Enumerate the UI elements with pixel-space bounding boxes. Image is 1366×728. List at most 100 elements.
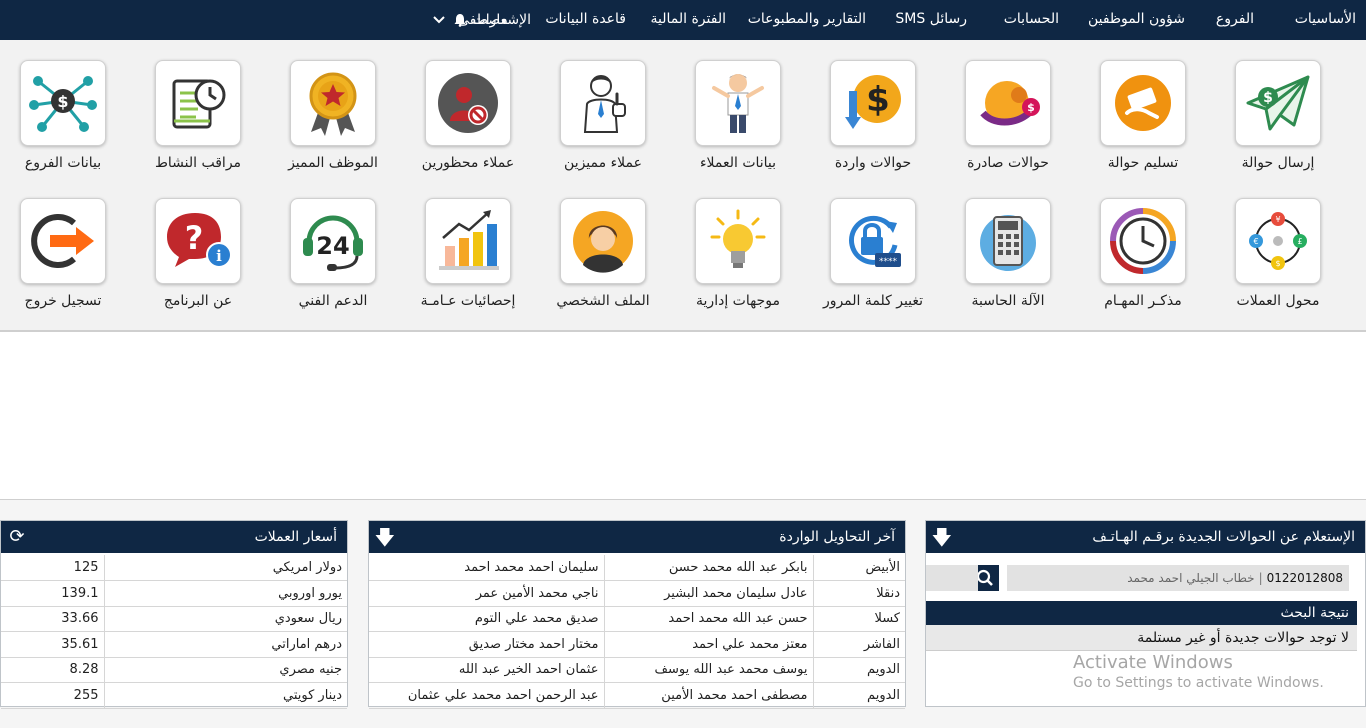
tile-label: حوالات واردة	[834, 155, 912, 171]
receiver-cell: عبد الرحمن احمد محمد علي عثمان	[369, 682, 604, 709]
rate-value-cell: 255	[1, 682, 104, 709]
sender-cell: عادل سليمان محمد البشير	[603, 580, 813, 607]
tile-best-employee[interactable]: الموظف المميز	[268, 40, 398, 175]
nav-branches[interactable]: الفروع	[1216, 0, 1254, 40]
tile-label: مراقب النشاط	[154, 155, 242, 171]
sender-cell: مصطفى احمد محمد الأمين	[603, 682, 813, 709]
main-panel: $ إرسال حوالة تسليم حوالة $ حوالات صادرة	[0, 40, 1366, 332]
table-row[interactable]: جنيه مصري 8.28	[1, 657, 347, 683]
table-row[interactable]: الفاشر معتز محمد علي احمد مختار احمد مخت…	[369, 631, 905, 658]
lock-refresh-icon: ****	[849, 215, 901, 267]
user-menu[interactable]: مصطفى	[432, 0, 508, 40]
receiver-cell: عثمان احمد الخير عبد الله	[369, 657, 604, 683]
arrow-down-icon[interactable]: 🡇	[931, 527, 952, 547]
nav-sms[interactable]: رسائل SMS	[895, 0, 967, 40]
send-money-icon: $	[1246, 75, 1310, 131]
rate-value-cell: 8.28	[1, 657, 104, 683]
tile-incoming-transfers[interactable]: $ حوالات واردة	[808, 40, 938, 175]
tile-box: $	[1235, 60, 1321, 146]
tile-task-reminder[interactable]: مذكـر المهـام	[1078, 178, 1208, 313]
tile-label: إحصائيات عـامـة	[420, 293, 516, 309]
svg-text:$: $	[1027, 101, 1035, 114]
table-row[interactable]: ريال سعودي 33.66	[1, 606, 347, 632]
currency-rates-widget: أسعار العملات ⟳ دولار امريكي 125 يورو او…	[0, 520, 348, 709]
table-row[interactable]: يورو اوروبي 139.1	[1, 580, 347, 607]
table-row[interactable]: دينار كويتي 255	[1, 682, 347, 709]
table-row[interactable]: دنقلا عادل سليمان محمد البشير ناجي محمد …	[369, 580, 905, 607]
search-result-text: لا توجد حوالات جديدة أو غير مستلمة	[926, 625, 1357, 651]
tile-send-transfer[interactable]: $ إرسال حوالة	[1213, 40, 1343, 175]
tile-change-password[interactable]: **** تغيير كلمة المرور	[808, 178, 938, 313]
transfers-header: آخر التحاويل الواردة 🡇	[369, 521, 905, 553]
phone-value: 0122012808	[1266, 571, 1343, 585]
table-row[interactable]: الأبيض بابكر عبد الله محمد حسن سليمان اح…	[369, 555, 905, 581]
rates-title: أسعار العملات	[254, 529, 337, 545]
tile-profile[interactable]: الملف الشخصي	[538, 178, 668, 313]
tile-branches-data[interactable]: $ بيانات الفروع	[0, 40, 128, 175]
nav-employees[interactable]: شؤون الموظفين	[1088, 0, 1185, 40]
svg-text:$: $	[1275, 259, 1280, 268]
city-cell: الأبيض	[812, 555, 905, 581]
tile-label: عملاء مميزين	[564, 155, 642, 171]
currency-cycle-icon: ¥ £ $ €	[1249, 212, 1307, 270]
tile-label: مذكـر المهـام	[1104, 293, 1182, 309]
search-extra-field[interactable]	[926, 565, 978, 591]
table-row[interactable]: الدويم يوسف محمد عبد الله يوسف عثمان احم…	[369, 657, 905, 683]
calculator-icon	[980, 215, 1036, 271]
tile-currency-converter[interactable]: ¥ £ $ € محول العملات	[1213, 178, 1343, 313]
tile-box: 24	[290, 198, 376, 284]
tile-vip-customers[interactable]: عملاء مميزين	[538, 40, 668, 175]
tile-banned-customers[interactable]: عملاء محظورين	[403, 40, 533, 175]
tile-customers-data[interactable]: بيانات العملاء	[673, 40, 803, 175]
table-row[interactable]: الدويم مصطفى احمد محمد الأمين عبد الرحمن…	[369, 682, 905, 709]
currency-name-cell: ريال سعودي	[103, 606, 347, 632]
tile-tech-support[interactable]: 24 الدعم الفني	[268, 178, 398, 313]
hand-money-icon	[1115, 75, 1171, 131]
tile-label: حوالات صادرة	[967, 155, 1049, 171]
phone-search-input[interactable]: 0122012808|خطاب الجيلي احمد محمد	[1007, 565, 1349, 591]
svg-text:£: £	[1297, 237, 1302, 246]
svg-text:?: ?	[185, 219, 204, 257]
svg-text:€: €	[1253, 237, 1258, 246]
table-row[interactable]: دولار امريكي 125	[1, 555, 347, 581]
currency-name-cell: دولار امريكي	[103, 555, 347, 581]
tile-statistics[interactable]: إحصائيات عـامـة	[403, 178, 533, 313]
nav-accounts[interactable]: الحسابات	[1004, 0, 1059, 40]
tile-about[interactable]: ? i عن البرنامج	[133, 178, 263, 313]
lightbulb-icon	[710, 209, 766, 268]
tile-label: بيانات الفروع	[24, 155, 102, 171]
content-area	[0, 332, 1366, 500]
refresh-icon[interactable]: ⟳	[7, 527, 27, 547]
svg-text:i: i	[216, 247, 222, 265]
tile-box	[290, 60, 376, 146]
tile-logout[interactable]: تسجيل خروج	[0, 178, 128, 313]
activation-watermark: Activate Windows Go to Settings to activ…	[1073, 652, 1324, 691]
nav-fiscal-period[interactable]: الفترة المالية	[651, 0, 726, 40]
tile-activity-monitor[interactable]: مراقب النشاط	[133, 40, 263, 175]
tile-box	[1100, 60, 1186, 146]
tile-label: الموظف المميز	[288, 155, 378, 171]
tile-calculator[interactable]: الآلة الحاسبة	[943, 178, 1073, 313]
nav-database[interactable]: قاعدة البيانات	[545, 0, 626, 40]
tile-outgoing-transfers[interactable]: $ حوالات صادرة	[943, 40, 1073, 175]
table-row[interactable]: كسلا حسن عبد الله محمد احمد صديق محمد عل…	[369, 606, 905, 632]
rate-value-cell: 35.61	[1, 631, 104, 658]
arrow-down-icon[interactable]: 🡇	[374, 527, 395, 547]
svg-text:¥: ¥	[1275, 215, 1280, 224]
user-profile-icon	[573, 211, 633, 273]
tile-admin-directives[interactable]: موجهات إدارية	[673, 178, 803, 313]
rate-value-cell: 139.1	[1, 580, 104, 607]
nav-reports[interactable]: التقارير والمطبوعات	[748, 0, 866, 40]
receiver-cell: مختار احمد مختار صديق	[369, 631, 604, 658]
tile-label: إرسال حوالة	[1241, 155, 1315, 171]
tile-receive-transfer[interactable]: تسليم حوالة	[1078, 40, 1208, 175]
table-row[interactable]: درهم اماراتي 35.61	[1, 631, 347, 658]
tile-label: الدعم الفني	[298, 293, 368, 309]
user-name: مصطفى	[458, 12, 508, 28]
nav-basics[interactable]: الأساسيات	[1295, 0, 1356, 40]
tile-label: الملف الشخصي	[556, 293, 650, 309]
svg-text:$: $	[1263, 90, 1273, 106]
tile-box: $	[830, 60, 916, 146]
tile-box	[20, 198, 106, 284]
medal-icon	[309, 72, 357, 136]
